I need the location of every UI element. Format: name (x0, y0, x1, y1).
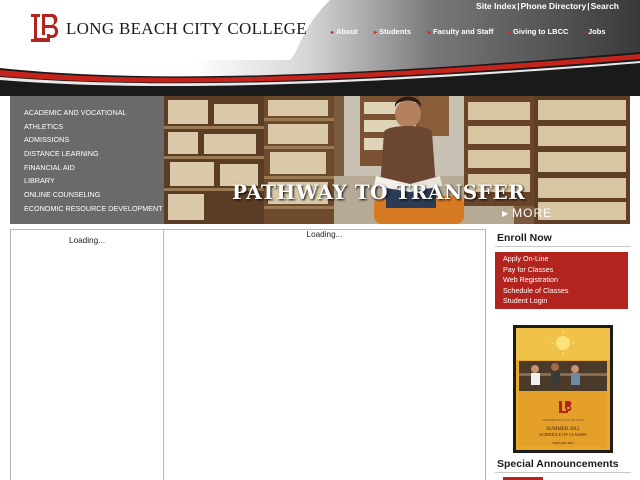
banner-caption[interactable]: PATHWAY TO TRANSFER (232, 180, 525, 204)
nav-label: Students (379, 27, 412, 36)
nav-about[interactable]: ▸ About (331, 27, 358, 36)
college-name[interactable]: LONG BEACH CITY COLLEGE (66, 19, 307, 39)
play-arrow-icon: ▶ (502, 209, 510, 218)
enroll-now-heading: Enroll Now (495, 229, 631, 247)
arrow-right-icon: ▸ (374, 30, 378, 36)
loading-indicator: Loading... (306, 230, 343, 239)
quick-links-menu: ACADEMIC AND VOCATIONAL ATHLETICS ADMISS… (10, 96, 164, 224)
schedule-of-classes-link[interactable]: Schedule of Classes (503, 286, 628, 297)
menu-academic-vocational[interactable]: ACADEMIC AND VOCATIONAL (10, 106, 164, 120)
nav-label: Giving to LBCC (513, 27, 569, 36)
menu-financial-aid[interactable]: FINANCIAL AID (10, 161, 164, 175)
poster-url: WWW.LBCC.EDU (552, 441, 573, 445)
nav-label: Jobs (588, 27, 606, 36)
poster-college: LONG BEACH CITY COLLEGE (542, 418, 583, 422)
menu-distance-learning[interactable]: DISTANCE LEARNING (10, 147, 164, 161)
nav-jobs[interactable]: ▸ Jobs (583, 27, 606, 36)
nav-faculty-and-staff[interactable]: ▸ Faculty and Staff (428, 27, 493, 36)
nav-label: Faculty and Staff (433, 27, 494, 36)
site-header: Site Index|Phone Directory|Search LONG B… (0, 0, 640, 96)
page: Site Index|Phone Directory|Search LONG B… (0, 0, 640, 480)
center-column: Loading... (163, 229, 486, 480)
menu-online-counseling[interactable]: ONLINE COUNSELING (10, 188, 164, 202)
header-swoosh (0, 52, 640, 96)
arrow-right-icon: ▸ (583, 30, 587, 36)
menu-admissions[interactable]: ADMISSIONS (10, 133, 164, 147)
more-label: MORE (512, 206, 553, 220)
special-announcements-heading: Special Announcements (495, 455, 631, 473)
pay-for-classes-link[interactable]: Pay for Classes (503, 265, 628, 276)
menu-library[interactable]: LIBRARY (10, 174, 164, 188)
menu-economic-resource[interactable]: ECONOMIC RESOURCE DEVELOPMENT (10, 202, 164, 216)
arrow-right-icon: ▸ (331, 30, 335, 36)
library-student-photo[interactable] (164, 96, 630, 224)
loading-indicator: Loading... (69, 236, 105, 245)
search-link[interactable]: Search (591, 1, 619, 11)
summer-schedule-poster[interactable]: LONG BEACH CITY COLLEGE SUMMER 2012 SCHE… (513, 325, 613, 453)
nav-giving[interactable]: ▸ Giving to LBCC (508, 27, 568, 36)
college-logo-icon[interactable] (28, 12, 62, 46)
enroll-links-box: Apply On-Line Pay for Classes Web Regist… (495, 252, 628, 309)
arrow-right-icon: ▸ (428, 30, 432, 36)
poster-title-line2: SCHEDULE OF CLASSES (539, 432, 587, 437)
nav-students[interactable]: ▸ Students (374, 27, 411, 36)
arrow-right-icon: ▸ (508, 30, 512, 36)
banner-more-link[interactable]: ▶ MORE (502, 206, 552, 220)
left-column: Loading... (10, 229, 164, 480)
nav-label: About (336, 27, 358, 36)
student-login-link[interactable]: Student Login (503, 296, 628, 307)
web-registration-link[interactable]: Web Registration (503, 275, 628, 286)
utility-links: Site Index|Phone Directory|Search (476, 0, 619, 12)
apply-online-link[interactable]: Apply On-Line (503, 254, 628, 265)
right-sidebar: Enroll Now Apply On-Line Pay for Classes… (495, 229, 631, 480)
announcement-item-partial (503, 477, 543, 480)
site-index-link[interactable]: Site Index (476, 1, 516, 11)
phone-directory-link[interactable]: Phone Directory (521, 1, 587, 11)
menu-athletics[interactable]: ATHLETICS (10, 120, 164, 134)
hero-banner: ACADEMIC AND VOCATIONAL ATHLETICS ADMISS… (10, 96, 630, 224)
